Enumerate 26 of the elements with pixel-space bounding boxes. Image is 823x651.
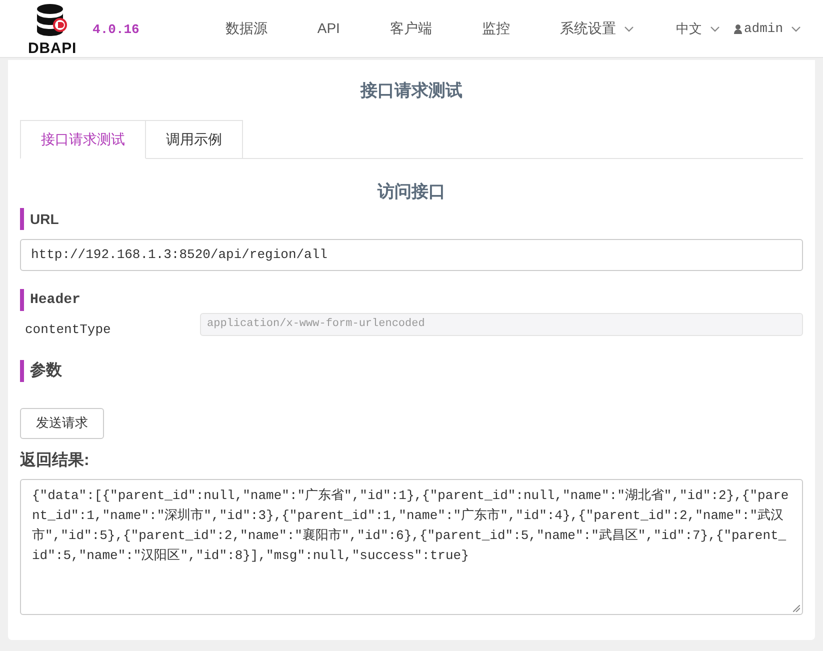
send-button[interactable]: 发送请求 xyxy=(20,408,104,438)
nav-link[interactable]: 监控 xyxy=(482,18,510,39)
version-label: 4.0.16 xyxy=(92,20,140,39)
param-name: contentType xyxy=(25,321,112,339)
url-field[interactable]: http://192.168.1.3:8520/api/region/all xyxy=(20,239,803,271)
tab[interactable]: 调用示例 xyxy=(146,120,243,158)
nav-link[interactable]: API xyxy=(317,18,340,39)
user-icon xyxy=(734,24,742,34)
user-menu[interactable]: admin xyxy=(734,18,801,38)
nav-link[interactable]: 客户端 xyxy=(390,18,432,39)
result-text: {"data":[{"parent_id":null,"name":"广东省","id":1},{"parent_id":null,"name":"湖北省","id":2},{"parent_id":1,"name":"深圳市","id":3},{"parent_id":1,"name":"广东市","id":4},{"parent_id":2,"name":"武汉市","id":5},{"parent_id":2,"name":"襄阳市","id":6},{"parent_id":5,"name":"武昌区","id":7},{"parent_id":5,"name":"汉阳区","id":8}],"msg":null,"success":true} xyxy=(32,486,790,564)
section-title: 访问接口 xyxy=(376,180,446,202)
resize-handle-icon[interactable] xyxy=(793,604,800,612)
page-title: 接口请求测试 xyxy=(359,80,464,102)
logo-text: DBAPI xyxy=(28,41,77,56)
language-menu[interactable]: 中文 xyxy=(676,18,720,38)
chevron-down-icon xyxy=(624,26,634,32)
tab[interactable]: 接口请求测试 xyxy=(20,120,146,158)
chevron-down-icon xyxy=(710,26,720,32)
section-label: 参数 xyxy=(20,360,803,382)
result-textarea[interactable] xyxy=(20,478,803,614)
result-label: 返回结果: xyxy=(20,450,90,470)
section-label: URL xyxy=(20,208,803,230)
nav-link[interactable]: 数据源 xyxy=(225,18,268,39)
chevron-down-icon xyxy=(791,26,801,32)
nav-link[interactable]: 系统设置 xyxy=(560,18,634,39)
